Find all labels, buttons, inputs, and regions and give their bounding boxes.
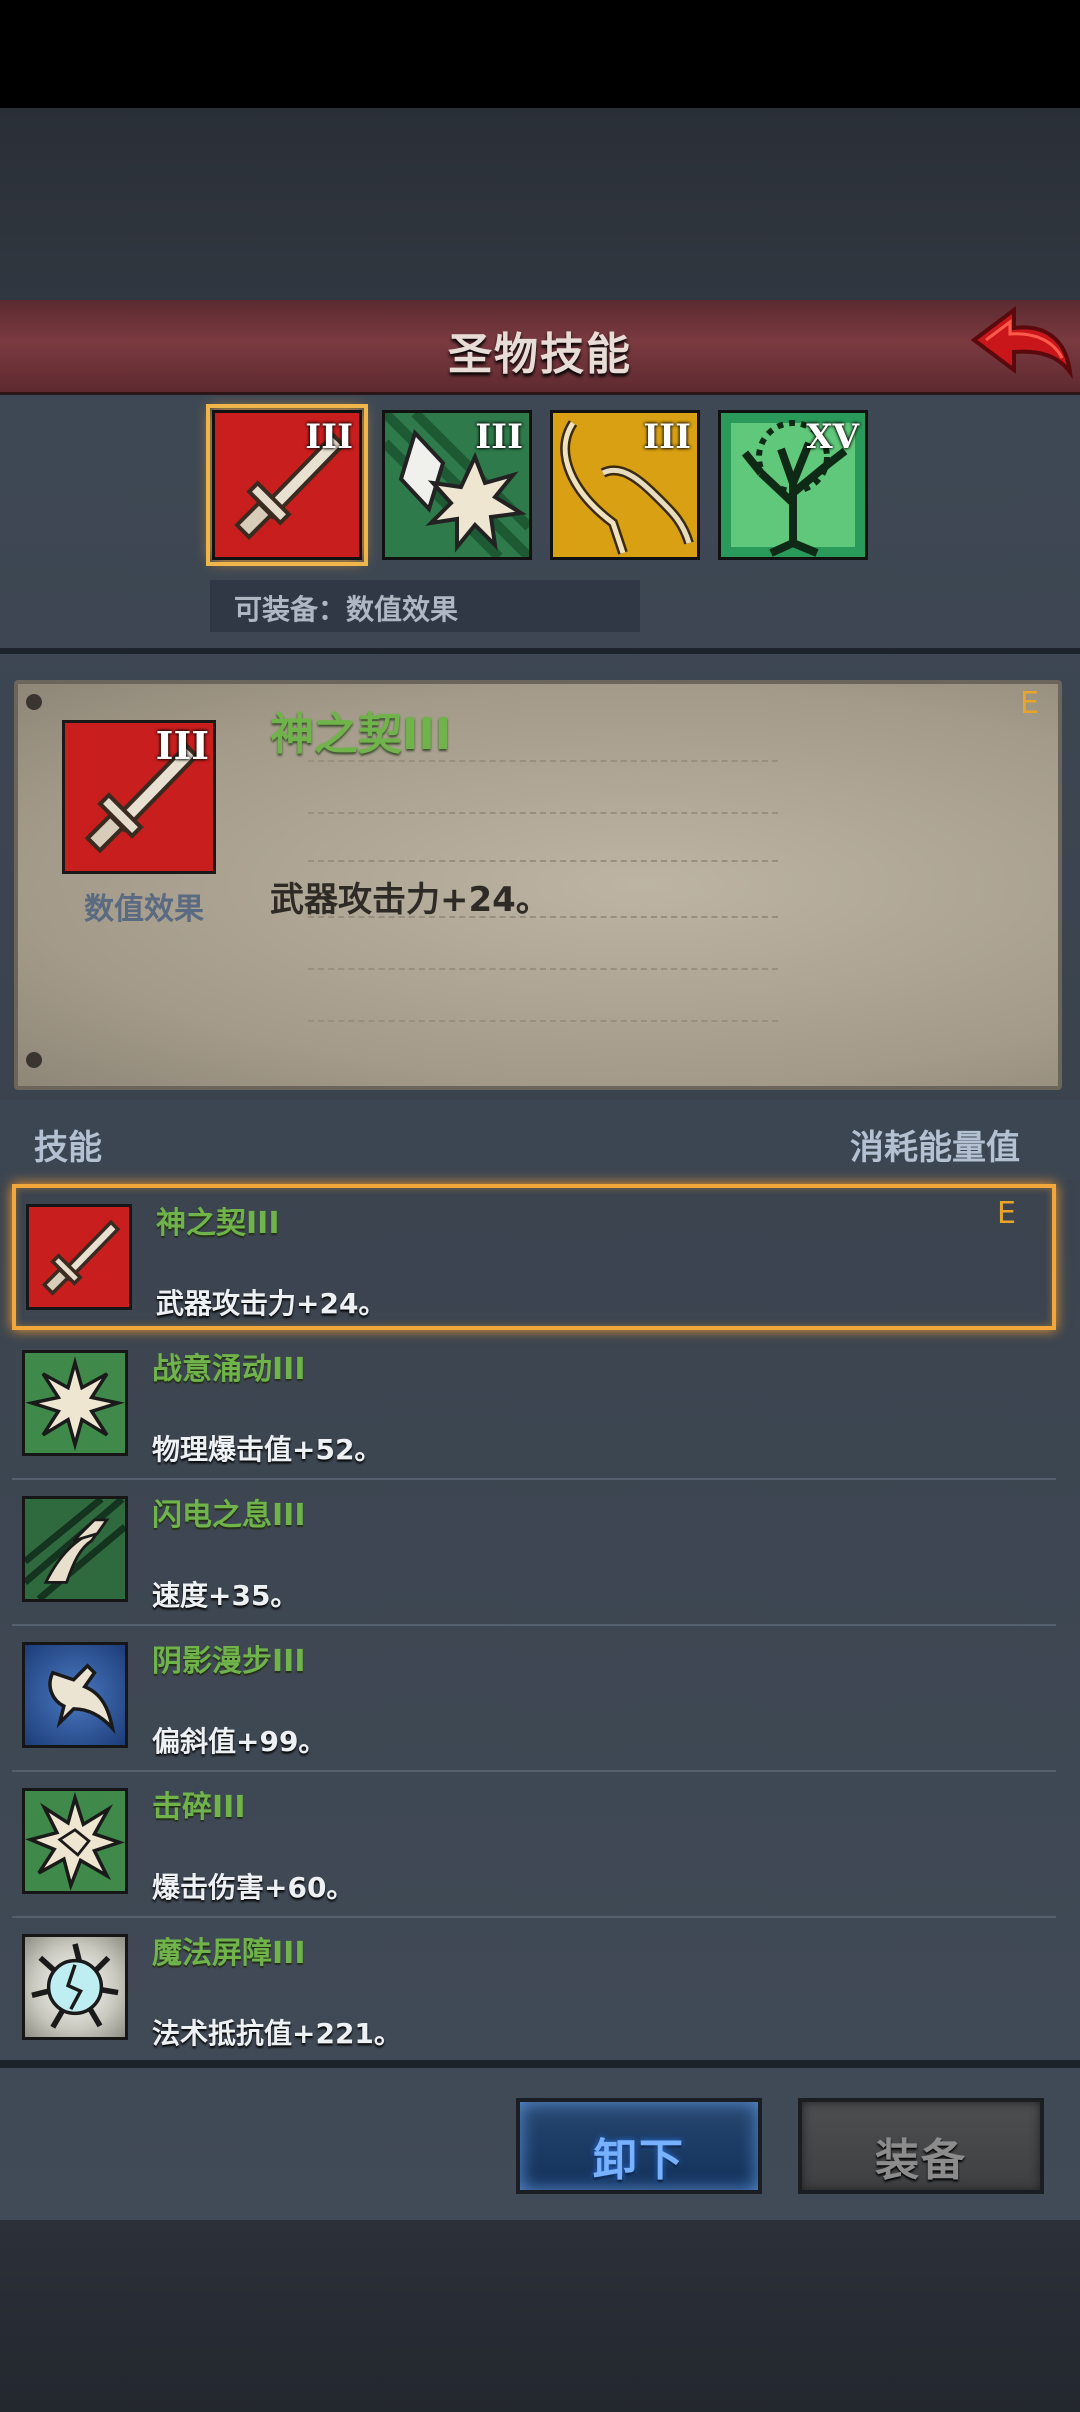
relic-rank: III bbox=[643, 417, 691, 457]
page-title: 圣物技能 bbox=[448, 329, 632, 380]
skill-name: 闪电之息III bbox=[152, 1498, 306, 1533]
detail-skill-type: 数值效果 bbox=[84, 892, 204, 927]
relic-tab-3[interactable]: III bbox=[550, 410, 700, 560]
sword-icon bbox=[26, 1204, 132, 1310]
skill-name: 魔法屏障III bbox=[152, 1936, 306, 1971]
divider bbox=[0, 2060, 1080, 2068]
unequip-button[interactable]: 卸下 bbox=[516, 2098, 762, 2194]
column-header-skill: 技能 bbox=[34, 1128, 102, 1168]
relic-tab-4[interactable]: XV bbox=[718, 410, 868, 560]
back-button[interactable] bbox=[966, 300, 1076, 392]
relic-rank: XV bbox=[806, 417, 859, 457]
skill-row[interactable]: 阴影漫步III 偏斜值+99。 bbox=[12, 1626, 1056, 1772]
skill-description: 物理爆击值+52。 bbox=[152, 1433, 383, 1466]
skill-row[interactable]: 神之契III 武器攻击力+24。 E bbox=[12, 1184, 1056, 1330]
unequip-button-label: 卸下 bbox=[593, 2135, 685, 2186]
skill-description: 偏斜值+99。 bbox=[152, 1725, 327, 1758]
skill-row[interactable]: 战意涌动III 物理爆击值+52。 bbox=[12, 1334, 1056, 1480]
equipped-mark: E bbox=[1020, 686, 1039, 721]
equip-hint: 可装备：数值效果 bbox=[210, 580, 640, 632]
skill-description: 武器攻击力+24。 bbox=[156, 1287, 387, 1320]
relic-tab-2[interactable]: III bbox=[382, 410, 532, 560]
divider bbox=[0, 648, 1080, 654]
skill-row[interactable]: 魔法屏障III 法术抵抗值+221。 bbox=[12, 1918, 1056, 2064]
equipped-mark: E bbox=[997, 1196, 1016, 1231]
background-top bbox=[0, 108, 1080, 300]
detail-skill-icon: III bbox=[62, 720, 216, 874]
relic-tab-1[interactable]: III bbox=[206, 404, 368, 566]
skill-description: 爆击伤害+60。 bbox=[152, 1871, 355, 1904]
skill-name: 战意涌动III bbox=[152, 1352, 306, 1387]
skill-description: 法术抵抗值+221。 bbox=[152, 2017, 402, 2050]
skill-description: 速度+35。 bbox=[152, 1579, 299, 1612]
background-bottom bbox=[0, 2220, 1080, 2412]
equip-hint-text: 可装备：数值效果 bbox=[234, 593, 459, 626]
column-header-cost: 消耗能量值 bbox=[850, 1128, 1020, 1168]
pin-icon bbox=[26, 1052, 42, 1068]
starburst-icon bbox=[22, 1350, 128, 1456]
skill-row[interactable]: 闪电之息III 速度+35。 bbox=[12, 1480, 1056, 1626]
back-arrow-icon bbox=[970, 306, 1073, 380]
shadow-bird-icon bbox=[22, 1642, 128, 1748]
detail-skill-name: 神之契III bbox=[270, 709, 452, 760]
skill-row[interactable]: 击碎III 爆击伤害+60。 bbox=[12, 1772, 1056, 1918]
magic-barrier-icon bbox=[22, 1934, 128, 2040]
skill-name: 阴影漫步III bbox=[152, 1644, 306, 1679]
skill-name: 击碎III bbox=[152, 1790, 246, 1825]
detail-skill-description: 武器攻击力+24。 bbox=[270, 880, 550, 920]
title-bar: 圣物技能 bbox=[0, 300, 1080, 395]
relic-rank: III bbox=[475, 417, 523, 457]
relic-rank: III bbox=[305, 417, 353, 457]
pin-icon bbox=[26, 694, 42, 710]
status-bar bbox=[0, 0, 1080, 108]
skill-name: 神之契III bbox=[156, 1206, 280, 1241]
lightning-bird-icon bbox=[22, 1496, 128, 1602]
equip-button[interactable]: 装备 bbox=[798, 2098, 1044, 2194]
detail-rank: III bbox=[155, 723, 209, 768]
shatter-icon bbox=[22, 1788, 128, 1894]
equip-button-label: 装备 bbox=[875, 2135, 967, 2186]
